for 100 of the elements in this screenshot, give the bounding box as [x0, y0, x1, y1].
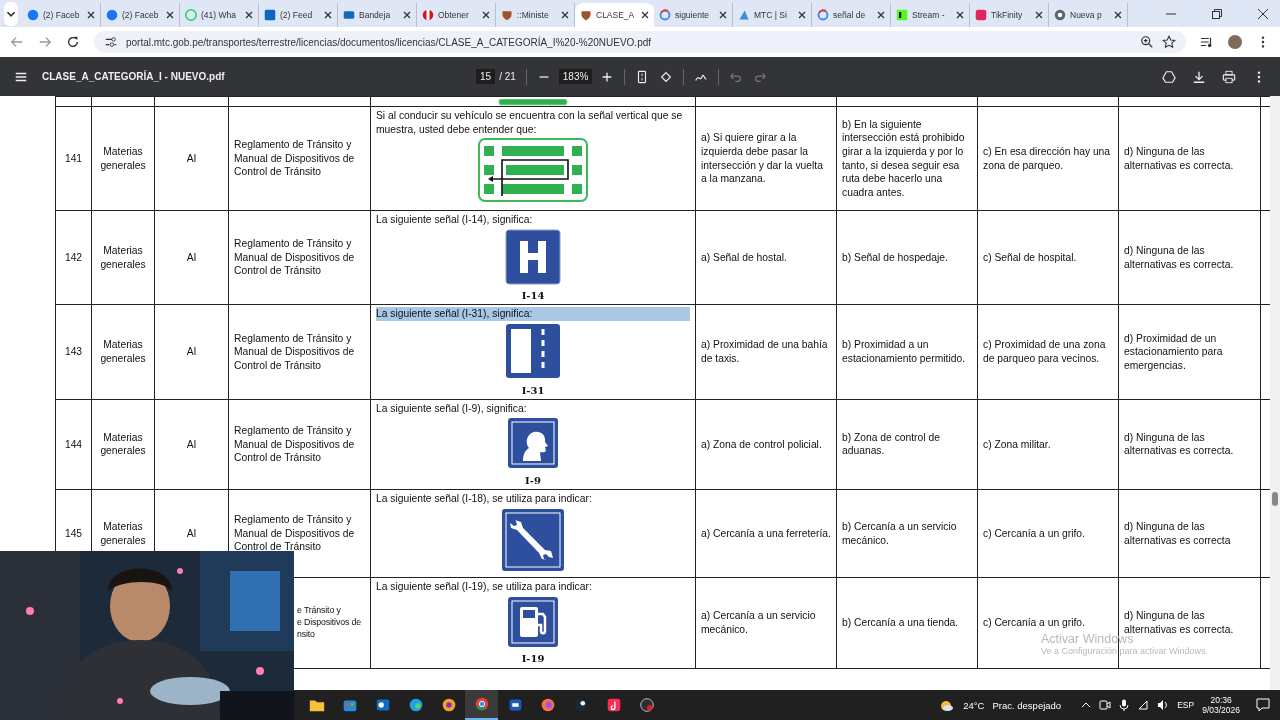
close-icon[interactable] [1114, 11, 1122, 19]
table-cell: d) Ninguna de las alternativas es correcta [1118, 489, 1261, 578]
temperature[interactable]: 24°C [963, 699, 985, 711]
table-cell: a) Zona de control policial. [695, 399, 837, 490]
customs-sign-icon [507, 417, 559, 470]
sign-code: I-19 [520, 652, 546, 666]
table-cell: b) Señal de hospedaje. [836, 210, 978, 305]
sign-code: I-9 [524, 473, 542, 488]
close-icon[interactable] [641, 11, 649, 19]
table-cell: b) Proximidad a un estacionamiento permitido. [836, 304, 978, 400]
question-text: La siguiente señal (I-19), se utiliza para indicar: [376, 580, 593, 594]
tab-favicon-icon [106, 9, 118, 21]
table-cell: a) Proximidad de una bahía de taxis. [695, 304, 837, 400]
table-cell: a) Si quiere girar a la izquierda debe pasar la intersección y dar la vuelta a la manzana. [695, 106, 837, 211]
parking-bay-sign-icon [505, 322, 561, 379]
clock[interactable]: 20:36 9/03/2026 [1202, 695, 1240, 715]
taskbar-app[interactable] [465, 690, 498, 720]
hospital-sign-icon [505, 228, 561, 285]
sign-code: I-14 [520, 289, 546, 303]
media-icon[interactable] [1200, 35, 1214, 49]
notifications-icon[interactable] [1256, 698, 1270, 712]
address-bar[interactable]: portal.mtc.gob.pe/transportes/terrestre/licencias/documentos/licencias/CLASE_A_CATEGORÍA_I%20-%20NUEVO.pdf [94, 31, 1186, 53]
table-cell: b) Cercanía a una tienda. [836, 577, 978, 669]
restore-icon[interactable] [1212, 8, 1222, 19]
print-icon[interactable] [1222, 69, 1236, 84]
chevron-up-icon[interactable] [1081, 700, 1092, 710]
url-text: portal.mtc.gob.pe/transportes/terrestre/licencias/documentos/licencias/CLASE_A_CATEGORÍA_I%20-%20NUEVO.pdf [126, 36, 653, 48]
question-text: La siguiente señal (I-31), significa: [376, 307, 690, 321]
speaker-icon[interactable] [1157, 699, 1170, 711]
tab-favicon-icon [817, 9, 829, 21]
close-icon[interactable] [403, 11, 411, 19]
tab-favicon-icon [501, 9, 513, 21]
microphone-icon[interactable] [1119, 699, 1130, 711]
close-icon[interactable] [1035, 11, 1043, 19]
close-icon[interactable] [956, 11, 964, 19]
tab-search-button[interactable] [4, 1, 18, 26]
back-icon[interactable] [10, 35, 24, 49]
close-icon[interactable] [877, 11, 885, 19]
fuel-sign-icon [507, 595, 559, 648]
close-icon[interactable] [719, 11, 727, 19]
site-settings-icon[interactable] [104, 35, 118, 49]
zoom-icon[interactable] [1140, 35, 1154, 49]
tab-favicon-icon [343, 9, 355, 21]
table-cell: Reglamento de Tránsito y Manual de Dispositivos de Control de Tránsito [228, 106, 371, 211]
profile-avatar[interactable] [1228, 35, 1242, 49]
page-total: / 21 [499, 71, 516, 82]
close-icon[interactable] [245, 11, 253, 19]
reload-icon[interactable] [66, 35, 80, 49]
tab-favicon-icon [27, 9, 39, 21]
table-cell: AI [154, 210, 229, 305]
table-cell: d) Ninguna de las alternativas es correcta. [1118, 210, 1261, 305]
question-text: La siguiente señal (I-9), significa: [376, 401, 528, 416]
tab-favicon-icon [738, 9, 750, 21]
parking-sign-icon [478, 138, 588, 203]
close-icon[interactable] [482, 11, 490, 19]
scrollbar-thumb[interactable] [1272, 492, 1278, 506]
close-icon[interactable] [324, 11, 332, 19]
page-number-field[interactable]: 15 [476, 69, 496, 84]
question-text: Si al conducir su vehículo se encuentra con la señal vertical que se muestra, usted debe entender que: [376, 109, 684, 137]
document-title: CLASE_A_CATEGORÍA_I - NUEVO.pdf [42, 71, 226, 82]
table-cell: b) Zona de control de aduanas. [836, 399, 978, 490]
table-cell-text: e Tránsito y e Dispositivos de nsito [297, 605, 362, 641]
tab-favicon-icon [264, 9, 276, 21]
table-cell: 143 [55, 304, 92, 400]
scrollbar[interactable] [1270, 96, 1280, 690]
table-cell: b) Cercanía a un servicio mecánico. [836, 489, 978, 578]
table-cell: d) Ninguna de las alternativas es correcta. [1118, 399, 1261, 490]
language-indicator[interactable]: ESP [1177, 700, 1195, 710]
table-cell: AI [154, 106, 229, 211]
table-cell: d) Proximidad de un estacionamiento para emergencias. [1118, 304, 1261, 400]
weather-condition[interactable]: Prac. despejado [992, 699, 1062, 711]
table-cell: b) En la siguiente intersección está prohibido girar a la izquierda y por lo tanto, si desea seguir esa ruta debe hacerlo una cuadra antes. [836, 106, 978, 211]
close-icon[interactable] [1258, 8, 1268, 19]
wrench-sign-icon [501, 507, 565, 572]
tab-favicon-icon [1054, 9, 1066, 21]
zoom-level-field[interactable]: 183% [558, 69, 593, 84]
close-icon[interactable] [166, 11, 174, 19]
table-cell: 141 [55, 106, 92, 211]
tab-favicon-icon [659, 9, 671, 21]
download-icon[interactable] [1192, 69, 1206, 84]
camera-icon[interactable] [1099, 699, 1112, 711]
forward-icon[interactable] [38, 35, 52, 49]
table-cell: Reglamento de Tránsito y Manual de Dispositivos de Control de Tránsito [228, 399, 371, 490]
browser-tab[interactable]: CLASE_A [575, 3, 654, 27]
table-cell: a) Cercanía a un servicio mecánico. [695, 577, 837, 669]
tab-favicon-icon [580, 9, 592, 21]
table-cell: Reglamento de Tránsito y Manual de Dispositivos de Control de Tránsito [228, 304, 371, 400]
question-text: La siguiente señal (I-14), significa: [376, 213, 534, 227]
table-cell: Reglamento de Tránsito y Manual de Dispositivos de Control de Tránsito [228, 210, 371, 305]
tab-favicon-icon [975, 9, 987, 21]
table-cell: 142 [55, 210, 92, 305]
table-cell: AI [154, 304, 229, 400]
question-text: La siguiente señal (I-18), se utiliza para indicar: [376, 492, 593, 506]
table-cell: 144 [55, 399, 92, 490]
close-icon[interactable] [798, 11, 806, 19]
table-cell: c) Zona militar. [977, 399, 1119, 490]
close-icon[interactable] [87, 11, 95, 19]
table-cell: c) Señal de hospital. [977, 210, 1119, 305]
close-icon[interactable] [561, 11, 569, 19]
star-icon[interactable] [1162, 35, 1176, 49]
